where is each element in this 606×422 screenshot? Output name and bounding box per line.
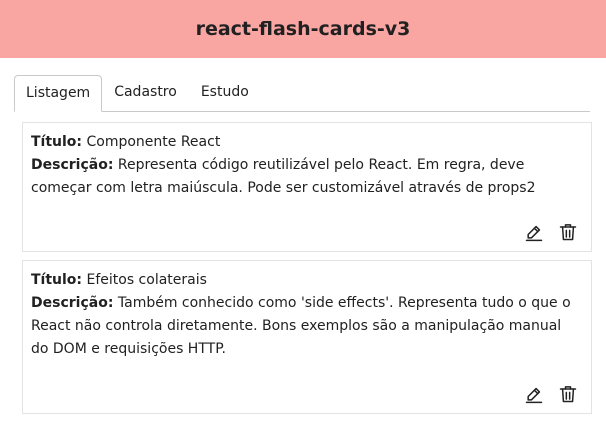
tab-bar: Listagem Cadastro Estudo: [14, 75, 590, 112]
card-actions: [523, 383, 583, 405]
flash-card-list: Título: Componente React Descrição: Repr…: [22, 122, 592, 414]
pencil-icon[interactable]: [523, 221, 545, 243]
card-title-line: Título: Componente React: [31, 131, 583, 154]
app-title: react-flash-cards-v3: [195, 18, 411, 40]
flash-card: Título: Efeitos colaterais Descrição: Ta…: [22, 260, 592, 414]
app-header: react-flash-cards-v3: [0, 0, 606, 58]
tab-estudo[interactable]: Estudo: [189, 75, 261, 110]
trash-icon[interactable]: [557, 221, 579, 243]
card-description-label: Descrição:: [31, 295, 114, 311]
card-title-label: Título:: [31, 272, 83, 288]
flash-card: Título: Componente React Descrição: Repr…: [22, 122, 592, 252]
card-title-line: Título: Efeitos colaterais: [31, 269, 583, 292]
card-title: Componente React: [86, 134, 221, 150]
pencil-icon[interactable]: [523, 383, 545, 405]
card-title-label: Título:: [31, 134, 83, 150]
card-description-line: Descrição: Também conhecido como 'side e…: [31, 292, 583, 361]
card-description-label: Descrição:: [31, 157, 114, 173]
card-title: Efeitos colaterais: [86, 272, 207, 288]
tab-listagem[interactable]: Listagem: [14, 75, 103, 112]
trash-icon[interactable]: [557, 383, 579, 405]
tab-cadastro[interactable]: Cadastro: [102, 75, 189, 110]
card-actions: [523, 221, 583, 243]
card-description-line: Descrição: Representa código reutilizáve…: [31, 154, 583, 200]
